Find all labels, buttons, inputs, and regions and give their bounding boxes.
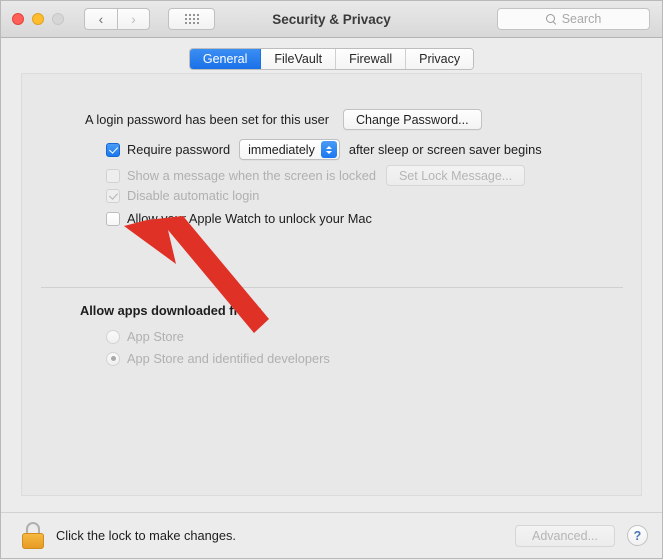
tab-firewall[interactable]: Firewall <box>336 48 407 69</box>
tab-filevault-label: FileVault <box>274 51 323 66</box>
preferences-bottom-bar: Click the lock to make changes. Advanced… <box>1 512 662 558</box>
security-privacy-window: ‹ › Security & Privacy Search General Fi… <box>0 0 663 559</box>
back-button[interactable]: ‹ <box>84 8 117 30</box>
search-field[interactable]: Search <box>497 8 650 30</box>
tab-firewall-label: Firewall <box>349 51 393 66</box>
close-window-button[interactable] <box>12 13 24 25</box>
tab-general[interactable]: General <box>189 48 262 69</box>
disable-automatic-login-label: Disable automatic login <box>127 188 260 203</box>
disable-automatic-login-checkbox[interactable] <box>106 188 120 203</box>
apple-watch-unlock-checkbox[interactable] <box>106 211 120 226</box>
show-lock-message-checkbox[interactable] <box>106 168 120 183</box>
app-store-radio[interactable] <box>106 329 120 344</box>
zoom-window-button <box>52 13 64 25</box>
require-password-checkbox[interactable] <box>106 142 120 157</box>
chevron-updown-icon <box>320 141 337 158</box>
app-store-radio-row: App Store <box>106 329 184 344</box>
chevron-right-icon: › <box>131 11 136 27</box>
set-lock-message-button[interactable]: Set Lock Message... <box>385 165 526 186</box>
require-password-label: Require password <box>127 142 231 157</box>
lock-closed-icon[interactable] <box>21 522 45 549</box>
general-lower-panel <box>21 295 642 496</box>
minimize-window-button[interactable] <box>32 13 44 25</box>
tab-group: General FileVault Firewall Privacy <box>188 47 475 70</box>
show-lock-message-row: Show a message when the screen is locked… <box>106 165 526 186</box>
apple-watch-unlock-label: Allow your Apple Watch to unlock your Ma… <box>127 211 372 226</box>
help-button[interactable]: ? <box>627 525 648 546</box>
apple-watch-unlock-row: Allow your Apple Watch to unlock your Ma… <box>106 211 372 226</box>
forward-button[interactable]: › <box>117 8 150 30</box>
navigation-buttons: ‹ › <box>84 8 150 30</box>
allow-apps-heading: Allow apps downloaded from: <box>80 303 262 318</box>
lock-instruction-label: Click the lock to make changes. <box>56 528 236 543</box>
bottom-bar-actions: Advanced... ? <box>514 524 648 547</box>
allow-apps-heading-row: Allow apps downloaded from: <box>80 303 262 318</box>
show-lock-message-label: Show a message when the screen is locked <box>127 168 376 183</box>
app-store-label: App Store <box>127 329 184 344</box>
login-password-status-label: A login password has been set for this u… <box>85 112 329 127</box>
app-store-and-developers-radio[interactable] <box>106 351 120 366</box>
app-store-and-developers-label: App Store and identified developers <box>127 351 330 366</box>
change-password-button[interactable]: Change Password... <box>343 109 482 130</box>
preference-tabbar: General FileVault Firewall Privacy <box>1 38 662 72</box>
require-password-delay-popup[interactable]: immediately <box>239 139 340 160</box>
require-password-delay-value: immediately <box>248 142 315 157</box>
grid-icon <box>184 14 199 24</box>
login-password-row: A login password has been set for this u… <box>85 109 482 130</box>
disable-automatic-login-row: Disable automatic login <box>106 188 259 203</box>
tab-general-label: General <box>202 51 248 66</box>
tab-privacy-label: Privacy <box>419 51 461 66</box>
tab-privacy[interactable]: Privacy <box>406 48 474 69</box>
chevron-left-icon: ‹ <box>98 11 104 27</box>
show-all-button[interactable] <box>168 8 215 30</box>
traffic-light-buttons <box>12 13 64 25</box>
tab-filevault[interactable]: FileVault <box>261 48 337 69</box>
search-input-placeholder: Search <box>561 12 602 26</box>
require-password-row: Require password immediately after sleep… <box>106 139 542 160</box>
require-password-suffix-label: after sleep or screen saver begins <box>348 142 542 157</box>
panel-divider <box>41 287 623 288</box>
advanced-button[interactable]: Advanced... <box>514 524 615 547</box>
app-store-and-developers-radio-row: App Store and identified developers <box>106 351 330 366</box>
search-icon <box>545 13 557 25</box>
window-titlebar: ‹ › Security & Privacy Search <box>1 1 662 38</box>
